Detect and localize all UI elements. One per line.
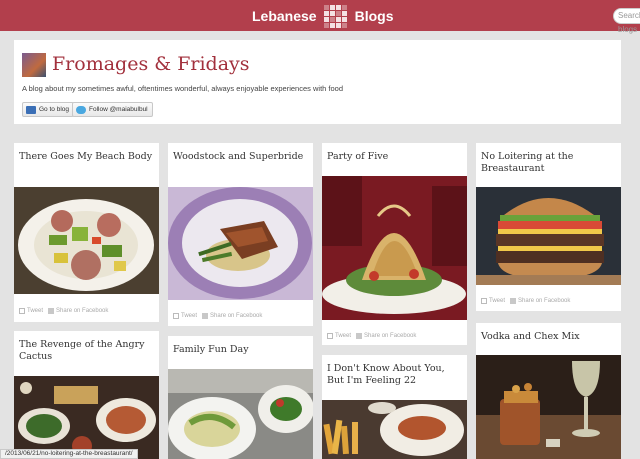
brand-text-right: Blogs <box>354 7 394 24</box>
share-facebook-link[interactable]: Share on Facebook <box>364 333 416 339</box>
post-card[interactable]: No Loitering at the Breastaurant Tweet S… <box>476 143 621 311</box>
share-bar: Tweet Share on Facebook <box>327 333 416 339</box>
post-title[interactable]: The Revenge of the Angry Cactus <box>19 339 154 362</box>
post-card[interactable]: Party of Five Tweet Share on Facebook <box>322 143 467 345</box>
post-photo[interactable] <box>476 355 621 459</box>
post-title[interactable]: Family Fun Day <box>173 344 308 356</box>
tweet-link[interactable]: Tweet <box>181 313 197 319</box>
top-navigation-bar: Lebanese Blogs Search blogs <box>0 0 640 34</box>
post-title[interactable]: There Goes My Beach Body <box>19 151 154 163</box>
follow-label: Follow @maiabulbul <box>89 106 148 113</box>
share-facebook-link[interactable]: Share on Facebook <box>518 298 570 304</box>
post-title[interactable]: I Don't Know About You, But I'm Feeling … <box>327 363 462 386</box>
blog-description: A blog about my sometimes awful, oftenti… <box>22 84 344 93</box>
twitter-bird-icon <box>76 105 86 114</box>
post-photo[interactable] <box>14 187 159 294</box>
share-facebook-link[interactable]: Share on Facebook <box>56 308 108 314</box>
brand-text-left: Lebanese <box>252 7 317 24</box>
facebook-icon <box>356 333 363 339</box>
browser-status-bar: /2013/06/21/no-loitering-at-the-breastau… <box>0 449 138 459</box>
search-input[interactable]: Search blogs <box>613 8 640 34</box>
share-bar: Tweet Share on Facebook <box>19 308 108 314</box>
go-to-blog-button[interactable]: Go to blog <box>22 102 74 117</box>
post-card[interactable]: Woodstock and Superbride Tweet Share on … <box>168 143 313 326</box>
tweet-icon <box>327 333 333 339</box>
post-card[interactable]: Vodka and Chex Mix <box>476 323 621 459</box>
post-title[interactable]: Party of Five <box>327 151 462 163</box>
tweet-icon <box>481 298 487 304</box>
share-bar: Tweet Share on Facebook <box>481 298 570 304</box>
facebook-icon <box>48 308 55 314</box>
post-card[interactable]: Family Fun Day <box>168 336 313 459</box>
facebook-icon <box>202 313 209 319</box>
blog-avatar <box>22 53 46 77</box>
post-card[interactable]: There Goes My Beach Body Tweet Share on … <box>14 143 159 322</box>
post-card[interactable]: I Don't Know About You, But I'm Feeling … <box>322 355 467 459</box>
arrow-link-icon <box>26 105 36 114</box>
tweet-link[interactable]: Tweet <box>335 333 351 339</box>
post-photo[interactable] <box>168 369 313 459</box>
post-photo[interactable] <box>476 187 621 285</box>
blog-title[interactable]: Fromages & Fridays <box>52 53 250 75</box>
share-bar: Tweet Share on Facebook <box>173 313 262 319</box>
post-photo[interactable] <box>14 376 159 459</box>
facebook-icon <box>510 298 517 304</box>
post-title[interactable]: Vodka and Chex Mix <box>481 331 616 343</box>
twitter-follow-button[interactable]: Follow @maiabulbul <box>72 102 153 117</box>
post-photo[interactable] <box>322 176 467 320</box>
tweet-link[interactable]: Tweet <box>489 298 505 304</box>
tweet-link[interactable]: Tweet <box>27 308 43 314</box>
tweet-icon <box>19 308 25 314</box>
lebanese-blogs-logo-icon <box>323 4 348 28</box>
post-photo[interactable] <box>168 187 313 300</box>
blog-header-card: Fromages & Fridays A blog about my somet… <box>14 40 621 124</box>
site-brand[interactable]: Lebanese Blogs <box>252 4 394 28</box>
post-card[interactable]: The Revenge of the Angry Cactus <box>14 331 159 459</box>
go-to-blog-label: Go to blog <box>39 106 69 113</box>
post-title[interactable]: Woodstock and Superbride <box>173 151 308 163</box>
post-photo[interactable] <box>322 400 467 459</box>
tweet-icon <box>173 313 179 319</box>
share-facebook-link[interactable]: Share on Facebook <box>210 313 262 319</box>
post-title[interactable]: No Loitering at the Breastaurant <box>481 151 616 174</box>
